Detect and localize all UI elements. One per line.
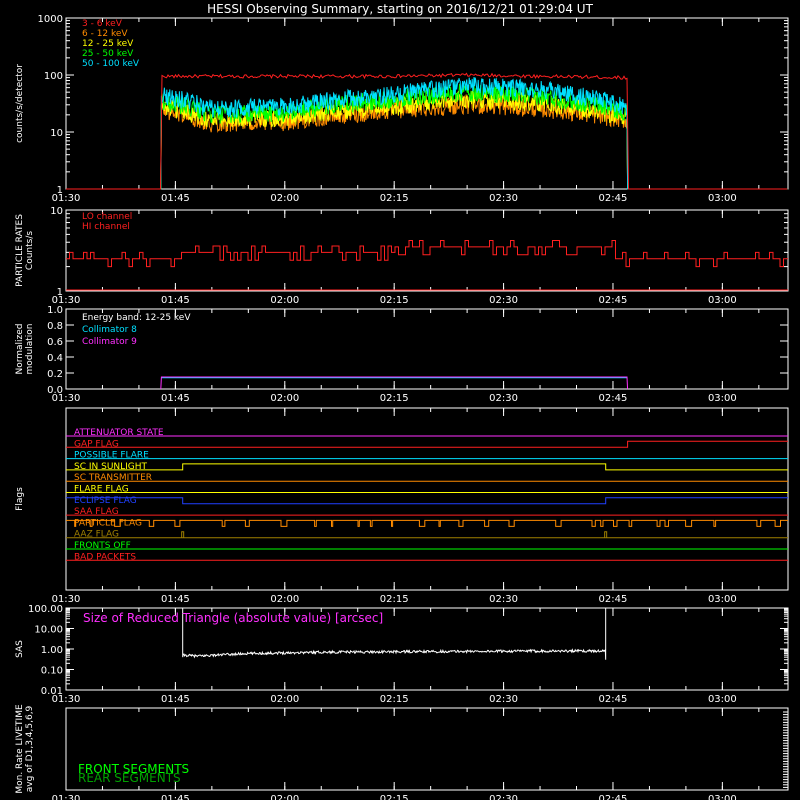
x-tick-label: 01:30	[52, 794, 81, 800]
flag-label: ATTENUATOR STATE	[74, 428, 164, 438]
x-tick-label: 02:15	[380, 694, 409, 705]
x-tick-label: 01:45	[161, 193, 190, 204]
lo-channel-line	[66, 240, 788, 268]
x-tick-label: 01:45	[161, 295, 190, 306]
observing-summary: HESSI Observing Summary, starting on 201…	[0, 0, 800, 800]
x-tick-label: 02:45	[599, 794, 628, 800]
x-tick-label: 02:00	[270, 594, 299, 605]
y-tick-label: 0.4	[47, 353, 63, 364]
y-axis-label: Mon. Rate LIVETIME	[15, 704, 25, 794]
x-tick-label: 02:00	[270, 193, 299, 204]
flag-pulse	[181, 531, 185, 538]
x-tick-label: 03:00	[708, 393, 737, 404]
y-axis-label: Normalized	[15, 323, 25, 374]
flag-label: BAD PACKETS	[74, 552, 136, 562]
flag-label: AAZ FLAG	[74, 530, 119, 540]
x-tick-label: 02:30	[489, 295, 518, 306]
y-tick-label: 1	[57, 287, 63, 298]
y-tick-label: 1.00	[41, 645, 63, 656]
x-tick-label: 02:15	[380, 594, 409, 605]
y-axis-label: Counts/s	[25, 231, 35, 270]
x-tick-label: 02:45	[599, 694, 628, 705]
energy-band-annotation: Energy band: 12-25 keV	[82, 313, 191, 323]
y-tick-label: 0.0	[47, 385, 63, 396]
x-tick-label: 02:00	[270, 794, 299, 800]
y-tick-label: 1	[57, 185, 63, 196]
x-tick-label: 02:15	[380, 193, 409, 204]
y-tick-label: 100.00	[28, 604, 63, 615]
flag-label: FRONTS OFF	[74, 541, 131, 551]
flag-label: ECLIPSE FLAG	[74, 496, 137, 506]
x-tick-label: 02:30	[489, 393, 518, 404]
legend-entry: HI channel	[82, 222, 130, 232]
y-axis-label: SAS	[15, 640, 25, 658]
flag-label: POSSIBLE FLARE	[74, 451, 149, 461]
panel-frame	[65, 407, 789, 591]
legend-entry: REAR SEGMENTS	[78, 771, 181, 785]
y-axis-label: PARTICLE RATES	[15, 214, 25, 287]
x-tick-label: 02:15	[380, 295, 409, 306]
x-tick-label: 02:45	[599, 393, 628, 404]
y-axis-label: Flags	[15, 487, 25, 511]
flag-line	[66, 497, 788, 505]
y-tick-label: 0.6	[47, 337, 63, 348]
x-tick-label: 02:15	[380, 794, 409, 800]
x-tick-label: 02:45	[599, 594, 628, 605]
x-tick-label: 01:45	[161, 594, 190, 605]
y-axis-label: counts/s/detector	[15, 64, 25, 143]
y-tick-label: 10	[50, 128, 63, 139]
legend-entry: 50 - 100 keV	[82, 59, 140, 69]
chart-title: HESSI Observing Summary, starting on 201…	[207, 2, 593, 16]
flag-label: SAA FLAG	[74, 507, 119, 517]
legend-entry: 6 - 12 keV	[82, 29, 128, 39]
x-tick-label: 02:45	[599, 295, 628, 306]
y-tick-label: 0.8	[47, 321, 63, 332]
x-tick-label: 01:45	[161, 393, 190, 404]
flag-line	[66, 463, 788, 471]
flag-label: PARTICLE FLAG	[74, 518, 142, 528]
legend-entry: Collimator 9	[82, 337, 137, 347]
flag-line	[66, 440, 788, 448]
y-tick-label: 100	[44, 71, 63, 82]
y-tick-label: 10.00	[34, 625, 63, 636]
flag-label: SC TRANSMITTER	[74, 473, 152, 483]
x-tick-label: 02:30	[489, 794, 518, 800]
x-tick-label: 03:00	[708, 694, 737, 705]
y-axis-label: avg of D1,3,4,5,6,9	[25, 705, 35, 792]
y-tick-label: 0.01	[41, 686, 63, 697]
y-tick-label: 10	[50, 206, 63, 217]
legend-entry: 3 - 6 keV	[82, 19, 123, 29]
flag-label: SC IN SUNLIGHT	[74, 462, 148, 472]
y-tick-label: 0.2	[47, 369, 63, 380]
x-tick-label: 01:45	[161, 694, 190, 705]
legend-entry: 25 - 50 keV	[82, 49, 134, 59]
flag-label: FLARE FLAG	[74, 485, 129, 495]
x-tick-label: 03:00	[708, 794, 737, 800]
chart-svg: HESSI Observing Summary, starting on 201…	[15, 2, 789, 800]
flag-pulse	[604, 531, 608, 538]
legend-entry: LO channel	[82, 212, 132, 222]
sas-annotation: Size of Reduced Triangle (absolute value…	[83, 611, 383, 625]
flag-line	[66, 519, 788, 527]
x-tick-label: 03:00	[708, 295, 737, 306]
flag-label: GAP FLAG	[74, 439, 119, 449]
legend-entry: Collimator 8	[82, 325, 137, 335]
x-tick-label: 02:00	[270, 295, 299, 306]
x-tick-label: 03:00	[708, 594, 737, 605]
y-tick-label: 1.0	[47, 305, 63, 316]
x-tick-label: 02:45	[599, 193, 628, 204]
x-tick-label: 01:45	[161, 794, 190, 800]
y-axis-label: modulation	[25, 324, 35, 375]
y-tick-label: 1000	[38, 14, 63, 25]
x-tick-label: 02:00	[270, 393, 299, 404]
x-tick-label: 02:00	[270, 694, 299, 705]
legend-entry: 12 - 25 keV	[82, 39, 134, 49]
x-tick-label: 02:15	[380, 393, 409, 404]
x-tick-label: 02:30	[489, 594, 518, 605]
panel-frame	[65, 209, 789, 292]
x-tick-label: 03:00	[708, 193, 737, 204]
y-tick-label: 0.10	[41, 666, 63, 677]
x-tick-label: 02:30	[489, 193, 518, 204]
x-tick-label: 02:30	[489, 694, 518, 705]
